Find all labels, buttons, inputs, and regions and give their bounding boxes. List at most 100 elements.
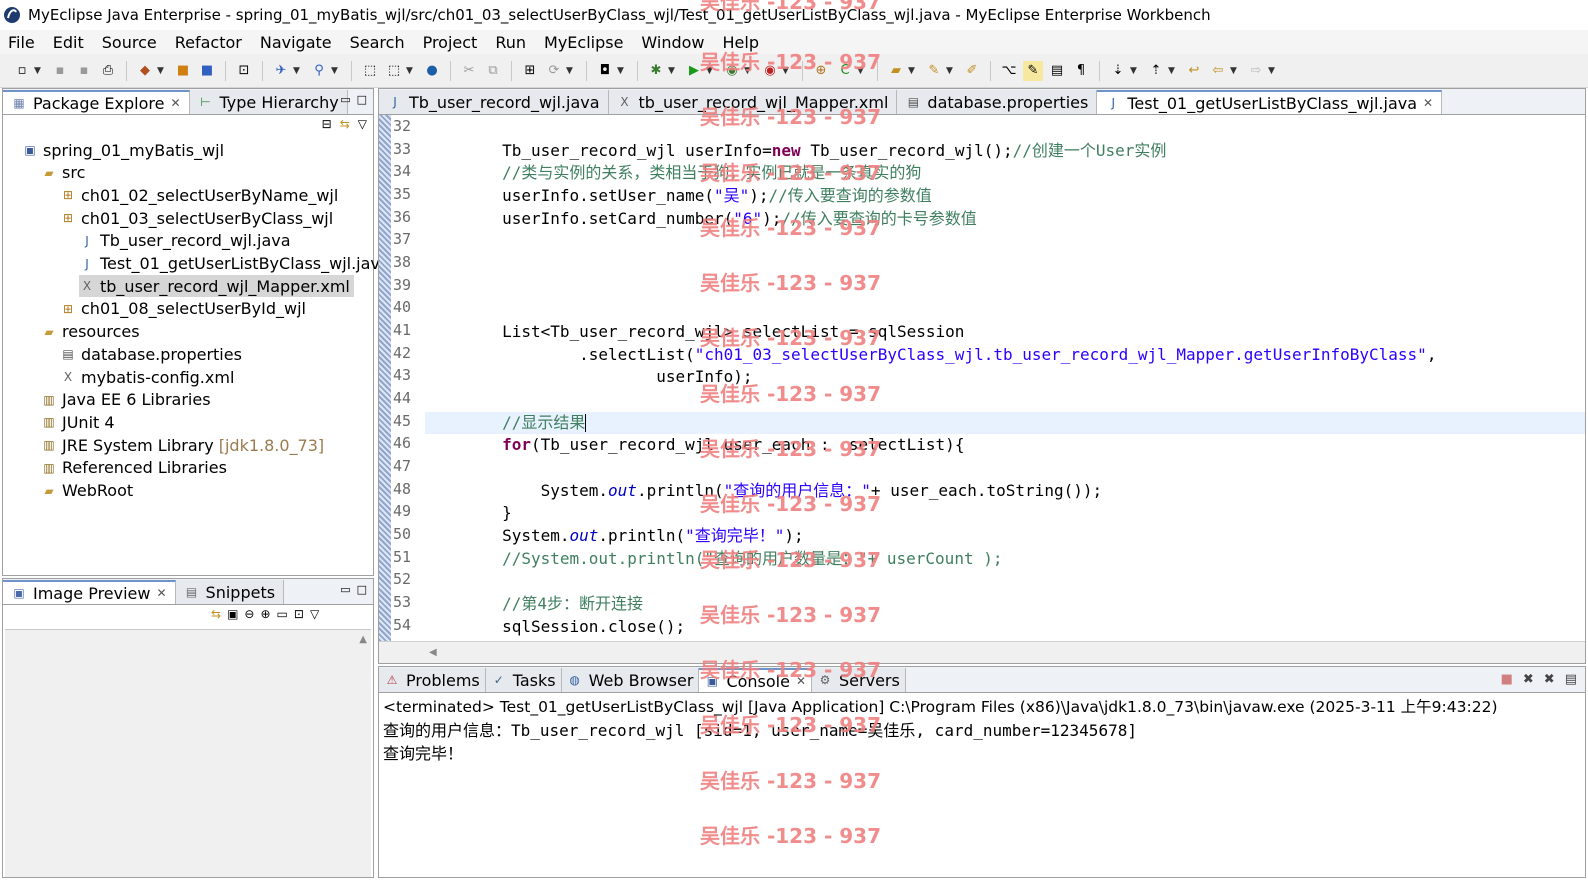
- tab-image-preview[interactable]: ▣ Image Preview ✕: [3, 580, 176, 604]
- tree-item[interactable]: J Tb_user_record_wjl.java: [79, 230, 290, 252]
- scroll-left-icon[interactable]: ◀: [429, 647, 437, 658]
- menu-item-file[interactable]: File: [0, 33, 45, 52]
- forward-dropdown-icon[interactable]: ▼: [1268, 66, 1278, 76]
- tree-item[interactable]: Xtb_user_record_wjl_Mapper.xml: [79, 275, 354, 298]
- open-type-icon[interactable]: ■: [173, 61, 193, 81]
- tree-item[interactable]: ▥ Referenced Libraries: [41, 457, 227, 479]
- close-icon[interactable]: ✕: [170, 96, 180, 110]
- new-dropdown-icon[interactable]: ▼: [34, 66, 44, 76]
- view-menu-icon[interactable]: ▽: [358, 117, 367, 131]
- search-dropdown-icon[interactable]: ▼: [331, 66, 341, 76]
- show-whitespace-icon[interactable]: ¶: [1071, 61, 1091, 81]
- tree-item[interactable]: ⊞ ch01_02_selectUserByName_wjl: [60, 184, 338, 206]
- menu-item-window[interactable]: Window: [633, 33, 714, 52]
- close-icon[interactable]: ✕: [796, 674, 806, 688]
- tree-item[interactable]: ▰ src: [41, 162, 85, 184]
- zoom-out-icon[interactable]: ⊖: [244, 607, 254, 621]
- prev-annotation-icon[interactable]: ⇡: [1146, 61, 1166, 81]
- tree-item[interactable]: ▰ WebRoot: [41, 480, 133, 502]
- block-selection-icon[interactable]: ▤: [1047, 61, 1067, 81]
- menu-item-myeclipse[interactable]: MyEclipse: [536, 33, 633, 52]
- editor-tab[interactable]: Xtb_user_record_wjl_Mapper.xml: [608, 90, 898, 114]
- minimize-icon[interactable]: ▭: [340, 93, 350, 106]
- link-icon[interactable]: ⇆: [211, 607, 221, 621]
- search-icon[interactable]: ⚲: [309, 61, 329, 81]
- collapse-all-icon[interactable]: ⊟: [322, 117, 332, 131]
- print-icon[interactable]: ⎙: [98, 61, 118, 81]
- console-tab[interactable]: ◍ Web Browser: [561, 668, 700, 692]
- launch-icon[interactable]: ⬚: [384, 61, 404, 81]
- link-with-editor-icon[interactable]: ⇆: [340, 117, 350, 131]
- last-edit-icon[interactable]: ↩: [1184, 61, 1204, 81]
- remove-all-terminated-icon[interactable]: ✖: [1544, 672, 1555, 687]
- camera-dropdown-icon[interactable]: ▼: [617, 66, 627, 76]
- console-tab[interactable]: ✓ Tasks: [485, 668, 562, 692]
- back-dropdown-icon[interactable]: ▼: [1230, 66, 1240, 76]
- camera-icon[interactable]: ◘: [595, 61, 615, 81]
- menu-item-project[interactable]: Project: [415, 33, 488, 52]
- menu-item-refactor[interactable]: Refactor: [167, 33, 252, 52]
- server-icon[interactable]: ⊡: [234, 61, 254, 81]
- edit-icon[interactable]: ✐: [962, 61, 982, 81]
- fit-window-icon[interactable]: ⊡: [294, 607, 304, 621]
- minimize-icon[interactable]: ▭: [340, 583, 350, 596]
- copy-icon[interactable]: ⧉: [483, 61, 503, 81]
- remove-launch-icon[interactable]: ✖: [1523, 672, 1534, 687]
- tab-type-hierarchy[interactable]: ⊢ Type Hierarchy: [189, 90, 348, 114]
- prev-annotation-dropdown-icon[interactable]: ▼: [1168, 66, 1178, 76]
- tree-item[interactable]: ▥ JUnit 4: [41, 411, 114, 433]
- pen-icon[interactable]: ✎: [924, 61, 944, 81]
- code-editor[interactable]: Tb_user_record_wjl userInfo=new Tb_user_…: [425, 115, 1585, 641]
- clear-console-icon[interactable]: ▤: [1565, 672, 1577, 687]
- new-wizard-dropdown-icon[interactable]: ▼: [157, 66, 167, 76]
- tree-item[interactable]: J Test_01_getUserListByClass_wjl.java: [79, 253, 389, 275]
- tree-item[interactable]: ⊞ ch01_03_selectUserByClass_wjl: [60, 207, 333, 229]
- new-class-dropdown-icon[interactable]: ▼: [857, 66, 867, 76]
- maximize-icon[interactable]: □: [357, 93, 367, 106]
- editor-tab[interactable]: J Tb_user_record_wjl.java: [379, 90, 609, 114]
- tree-item[interactable]: ▰ resources: [41, 321, 139, 343]
- globe-icon[interactable]: ●: [422, 61, 442, 81]
- console-tab[interactable]: ▣ Console ✕: [699, 668, 813, 692]
- maximize-icon[interactable]: □: [357, 583, 367, 596]
- new-class-icon[interactable]: C: [835, 61, 855, 81]
- menu-item-help[interactable]: Help: [715, 33, 769, 52]
- cut-icon[interactable]: ✂: [459, 61, 479, 81]
- launch-dropdown-icon[interactable]: ▼: [406, 66, 416, 76]
- refresh-dropdown-icon[interactable]: ▼: [566, 66, 576, 76]
- scroll-up-icon[interactable]: ▲: [359, 634, 367, 645]
- refresh-icon[interactable]: ⟳: [544, 61, 564, 81]
- actual-size-icon[interactable]: ▭: [277, 607, 288, 621]
- next-annotation-dropdown-icon[interactable]: ▼: [1130, 66, 1140, 76]
- run-dropdown-icon[interactable]: ▼: [706, 66, 716, 76]
- back-icon[interactable]: ⇦: [1208, 61, 1228, 81]
- console-tab[interactable]: ⚙ Servers: [812, 668, 906, 692]
- coverage-icon[interactable]: ◉: [722, 61, 742, 81]
- tab-package-explorer[interactable]: ▦ Package Explore ✕: [3, 90, 190, 114]
- menu-item-run[interactable]: Run: [487, 33, 536, 52]
- new-icon[interactable]: ▫: [12, 61, 32, 81]
- editor-horizontal-scrollbar[interactable]: ◀: [379, 641, 1585, 663]
- open-resource-icon[interactable]: ■: [197, 61, 217, 81]
- open-folder-icon[interactable]: ▰: [886, 61, 906, 81]
- console-tab[interactable]: ⚠ Problems: [379, 668, 486, 692]
- external-tools-dropdown-icon[interactable]: ▼: [782, 66, 792, 76]
- tree-item[interactable]: Xmybatis-config.xml: [60, 366, 235, 388]
- run-icon[interactable]: ▶: [684, 61, 704, 81]
- pen-dropdown-icon[interactable]: ▼: [946, 66, 956, 76]
- menu-item-source[interactable]: Source: [94, 33, 167, 52]
- coverage-dropdown-icon[interactable]: ▼: [744, 66, 754, 76]
- tree-item[interactable]: ▣ spring_01_myBatis_wjl: [22, 139, 224, 161]
- debug-dropdown-icon[interactable]: ▼: [668, 66, 678, 76]
- deploy-dropdown-icon[interactable]: ▼: [293, 66, 303, 76]
- menu-item-edit[interactable]: Edit: [45, 33, 94, 52]
- menu-item-search[interactable]: Search: [342, 33, 415, 52]
- mark-occurrences-icon[interactable]: ✎: [1023, 60, 1043, 81]
- build-icon[interactable]: ⊞: [520, 61, 540, 81]
- editor-tab[interactable]: J Test_01_getUserListByClass_wjl.java ✕: [1097, 90, 1443, 114]
- run-config-icon[interactable]: ⬚: [360, 61, 380, 81]
- external-tools-icon[interactable]: ◉: [760, 61, 780, 81]
- debug-icon[interactable]: ✱: [646, 61, 666, 81]
- tree-item[interactable]: ▥ JRE System Library [jdk1.8.0_73]: [41, 434, 324, 456]
- tree-item[interactable]: ▥ Java EE 6 Libraries: [41, 389, 210, 411]
